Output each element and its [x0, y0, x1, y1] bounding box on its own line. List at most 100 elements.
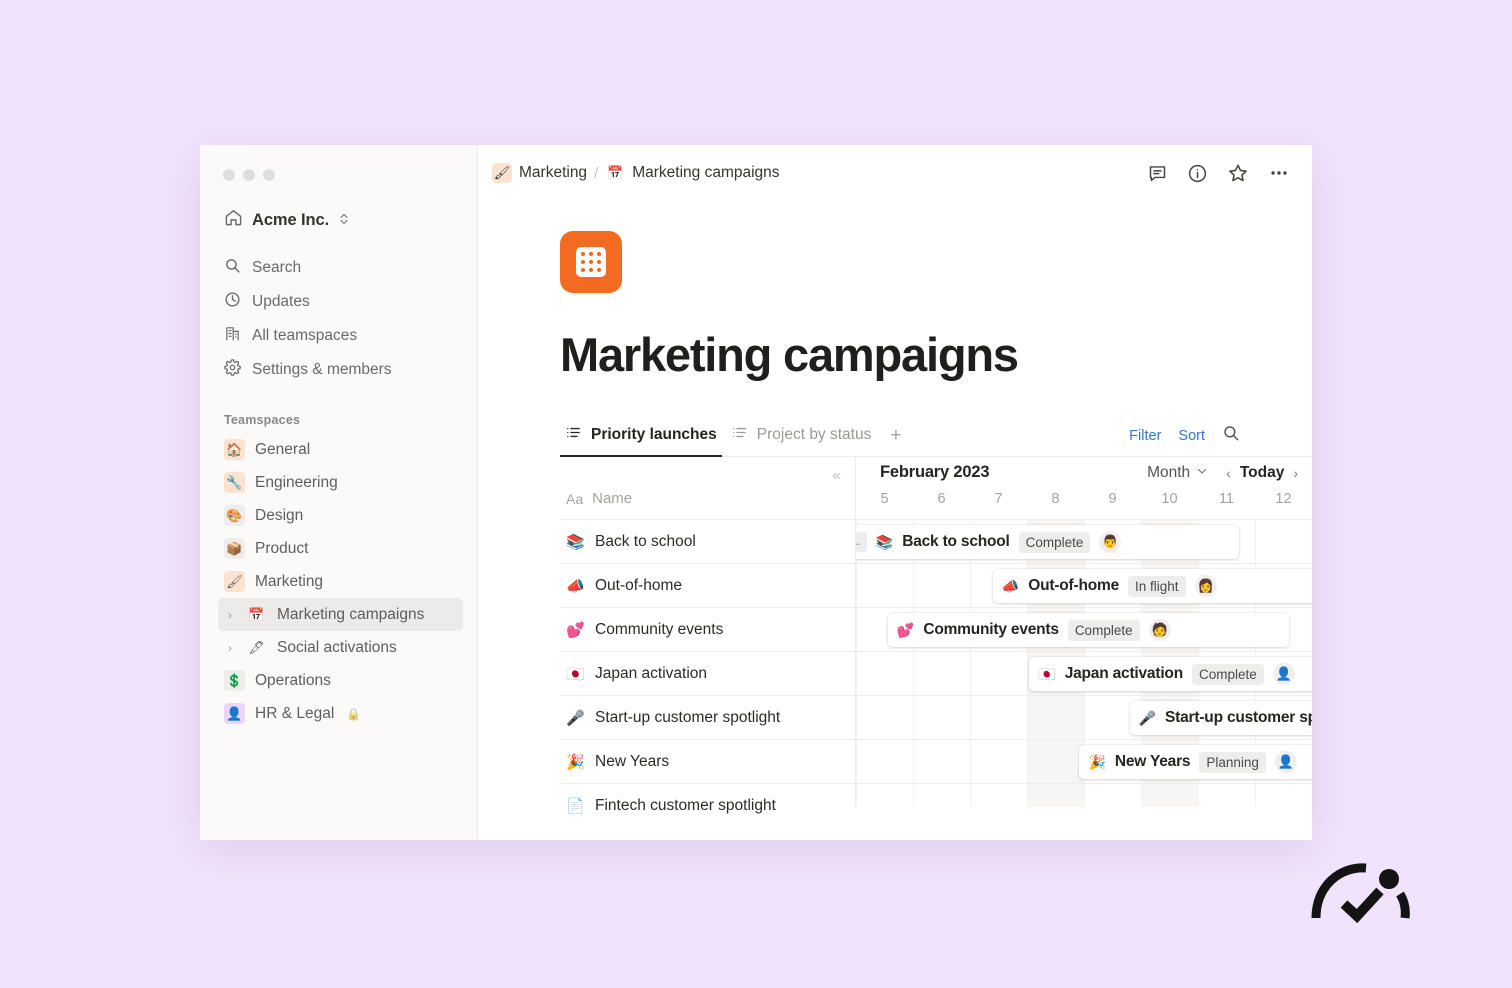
row-name: Community events: [595, 620, 724, 638]
timeline-row: 🎉 New Years Planning 👤: [856, 739, 1312, 783]
clock-icon: [224, 291, 241, 313]
timeline-row: 💕 Community events Complete 🧑: [856, 607, 1312, 651]
table-row[interactable]: 📄 Fintech customer spotlight: [560, 783, 855, 827]
timeline-row: 📣 Out-of-home In flight 👩: [856, 563, 1312, 607]
view-tabs: Priority launches Project by status +: [560, 418, 911, 457]
timeline-row: [856, 783, 1312, 807]
sidebar-item-social-activations[interactable]: › 🖋 Social activations: [218, 631, 463, 664]
tab-project-by-status[interactable]: Project by status: [726, 418, 877, 457]
minimize-button[interactable]: [243, 169, 255, 181]
sidebar-item-updates[interactable]: Updates: [218, 285, 463, 319]
bar-emoji-icon: 💕: [896, 621, 915, 638]
name-column-header[interactable]: Aa Name: [566, 490, 632, 507]
sidebar-item-label: Search: [252, 259, 302, 276]
sidebar-item-all-teamspaces[interactable]: All teamspaces: [218, 319, 463, 353]
bar-emoji-icon: 🎉: [1088, 753, 1106, 770]
timeline-bar-japan-activation[interactable]: 🇯🇵 Japan activation Complete 👤: [1029, 657, 1312, 691]
person-emoji-icon: 👤: [224, 703, 245, 724]
page-title: Marketing campaigns: [560, 328, 1019, 381]
teamspace-label: Design: [255, 506, 304, 524]
comment-icon[interactable]: [1147, 163, 1168, 184]
star-icon[interactable]: [1227, 162, 1249, 184]
add-view-button[interactable]: +: [880, 421, 911, 456]
chevron-updown-icon: [339, 212, 349, 229]
bar-emoji-icon: 📚: [875, 533, 894, 550]
sidebar-item-general[interactable]: 🏠 General: [218, 433, 463, 466]
breadcrumb-item-marketing-campaigns[interactable]: 📅 Marketing campaigns: [605, 163, 779, 183]
timeline-bar-community-events[interactable]: 💕 Community events Complete 🧑: [887, 613, 1290, 647]
table-row[interactable]: 🎉 New Years: [560, 739, 855, 783]
teamspace-label: Engineering: [255, 473, 338, 491]
more-icon[interactable]: [1268, 162, 1290, 184]
timeline-day-headers: 5 6 7 8 9 10 11 12: [856, 482, 1312, 507]
teamspace-label: Social activations: [277, 638, 397, 656]
timeline-bar-out-of-home[interactable]: 📣 Out-of-home In flight 👩: [992, 569, 1312, 603]
general-emoji-icon: 🏠: [224, 439, 245, 460]
sidebar-item-marketing-campaigns[interactable]: › 📅 Marketing campaigns: [218, 598, 463, 631]
sidebar-item-design[interactable]: 🎨 Design: [218, 499, 463, 532]
row-emoji-icon: 📣: [566, 577, 585, 595]
lock-icon: 🔒: [346, 706, 362, 721]
bar-emoji-icon: 📣: [1001, 577, 1020, 594]
timeline-controls: Month ‹ Today ›: [1147, 464, 1298, 482]
chevron-down-icon: [1196, 464, 1208, 482]
chevron-right-icon[interactable]: ›: [224, 608, 236, 622]
maximize-button[interactable]: [263, 169, 275, 181]
sidebar-item-engineering[interactable]: 🔧 Engineering: [218, 466, 463, 499]
design-emoji-icon: 🎨: [224, 505, 245, 526]
timeline-bar-back-to-school[interactable]: ← 📚 Back to school Complete 👨: [856, 525, 1240, 559]
bar-name: Japan activation: [1064, 665, 1183, 682]
page-calendar-icon[interactable]: [560, 231, 622, 293]
sidebar: Acme Inc. Search Updates All teamspaces …: [200, 145, 478, 840]
sidebar-item-settings-members[interactable]: Settings & members: [218, 353, 463, 387]
marketing-emoji-icon: 🖌: [224, 571, 245, 592]
day-label: 10: [1161, 491, 1178, 507]
sidebar-item-hr-legal[interactable]: 👤 HR & Legal 🔒: [218, 697, 463, 730]
view-actions: Filter Sort: [1129, 424, 1240, 456]
day-label: 11: [1218, 491, 1235, 507]
status-badge: In flight: [1128, 575, 1186, 597]
status-badge: Planning: [1199, 751, 1266, 773]
topbar-actions: [1147, 162, 1290, 184]
row-name: New Years: [595, 752, 670, 770]
table-row[interactable]: 💕 Community events: [560, 607, 855, 651]
prev-period-button[interactable]: ‹: [1226, 465, 1231, 481]
info-icon[interactable]: [1187, 163, 1208, 184]
timeline-view: Aa Name « 📚 Back to school 📣 Out-of-home: [560, 457, 1312, 815]
scroll-to-start-icon[interactable]: ←: [856, 532, 867, 552]
avatar: 👤: [1274, 751, 1297, 773]
sidebar-item-marketing[interactable]: 🖌 Marketing: [218, 565, 463, 598]
table-row[interactable]: 🇯🇵 Japan activation: [560, 651, 855, 695]
list-view-icon: [731, 424, 748, 446]
search-icon[interactable]: [1222, 424, 1240, 447]
teamspace-label: Operations: [255, 671, 331, 689]
table-row[interactable]: 🎤 Start-up customer spotlight: [560, 695, 855, 739]
breadcrumb-item-marketing[interactable]: 🖌 Marketing: [492, 163, 587, 183]
engineering-emoji-icon: 🔧: [224, 472, 245, 493]
tab-priority-launches[interactable]: Priority launches: [560, 418, 722, 457]
row-name: Japan activation: [595, 664, 708, 682]
teamspace-label: Product: [255, 539, 309, 557]
sidebar-item-product[interactable]: 📦 Product: [218, 532, 463, 565]
breadcrumb-label: Marketing campaigns: [632, 164, 780, 181]
product-emoji-icon: 📦: [224, 538, 245, 559]
timeline-month-row: February 2023 Month ‹ Today ›: [856, 457, 1312, 482]
marketing-emoji-icon: 🖌: [492, 163, 512, 183]
timeline-bar-new-years[interactable]: 🎉 New Years Planning 👤: [1079, 745, 1312, 779]
table-row[interactable]: 📣 Out-of-home: [560, 563, 855, 607]
today-button[interactable]: Today: [1240, 464, 1285, 482]
timeline-bar-startup-customer-spotlight[interactable]: 🎤 Start-up customer spotlight: [1129, 701, 1312, 735]
sidebar-item-search[interactable]: Search: [218, 251, 463, 285]
collapse-panel-button[interactable]: «: [832, 467, 841, 485]
table-row[interactable]: 📚 Back to school: [560, 519, 855, 563]
timeline-scale-select[interactable]: Month: [1147, 464, 1208, 482]
filter-button[interactable]: Filter: [1129, 428, 1161, 444]
sidebar-item-operations[interactable]: 💲 Operations: [218, 664, 463, 697]
sort-button[interactable]: Sort: [1178, 428, 1205, 444]
close-button[interactable]: [223, 169, 235, 181]
bar-emoji-icon: 🇯🇵: [1038, 665, 1056, 682]
workspace-switcher[interactable]: Acme Inc.: [218, 203, 463, 237]
chevron-right-icon[interactable]: ›: [224, 641, 236, 655]
timeline-month-label: February 2023: [880, 463, 990, 481]
next-period-button[interactable]: ›: [1293, 465, 1298, 481]
